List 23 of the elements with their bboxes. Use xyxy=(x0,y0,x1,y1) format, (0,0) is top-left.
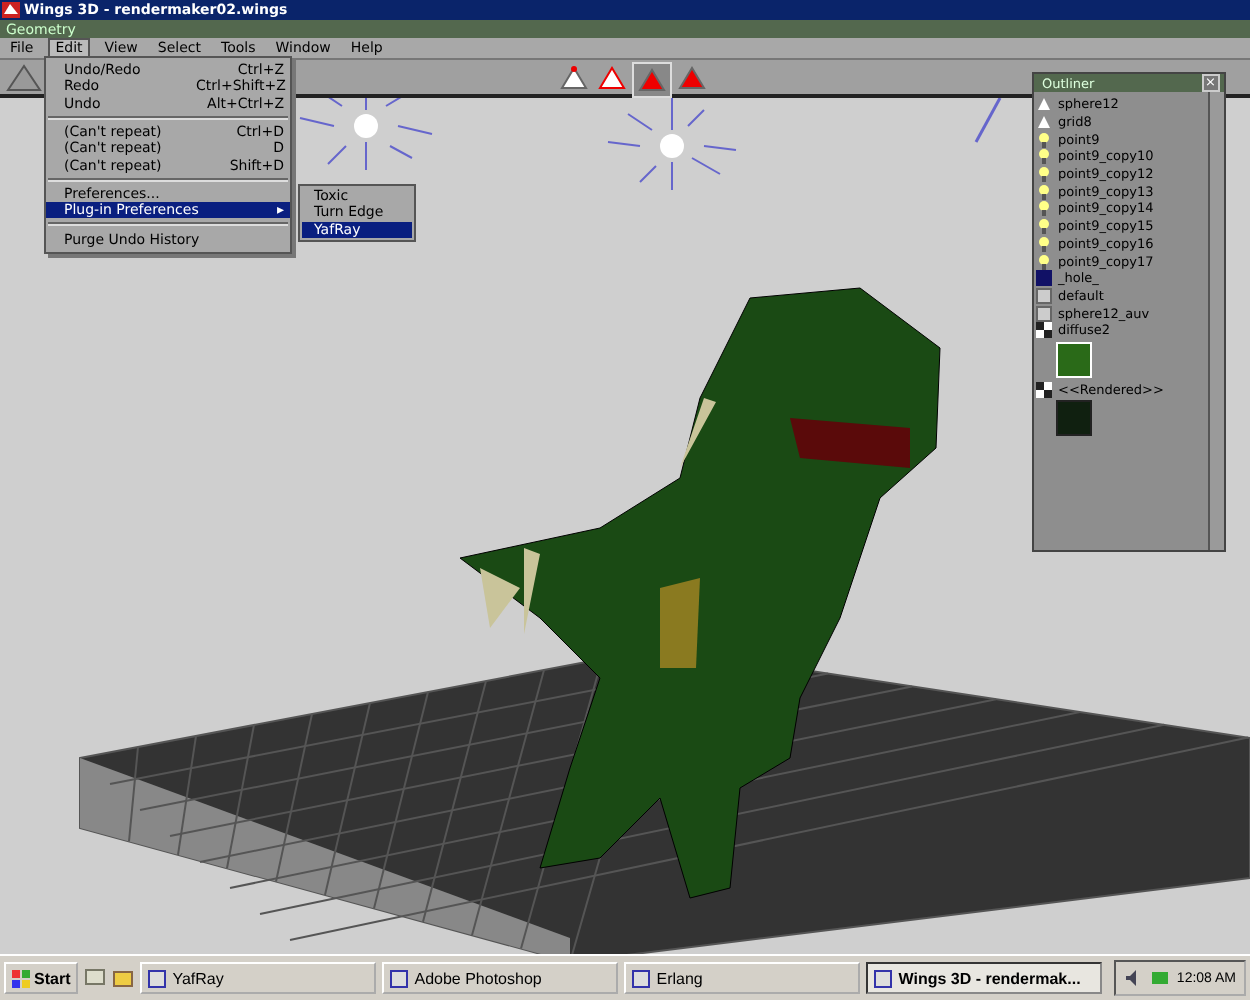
app-icon xyxy=(2,2,20,18)
image-icon xyxy=(1036,381,1052,398)
window-icon xyxy=(390,969,409,987)
image-icon xyxy=(1036,322,1052,339)
light-drawing xyxy=(607,98,737,191)
taskbar-button[interactable]: Erlang xyxy=(624,962,861,994)
render-thumbnail xyxy=(1056,400,1092,437)
square-icon xyxy=(1036,270,1052,287)
light-drawing xyxy=(299,98,433,171)
folder-icon[interactable] xyxy=(112,968,135,988)
selection-mode-icon[interactable] xyxy=(632,62,672,98)
desktop-icon[interactable] xyxy=(84,968,107,988)
selection-mode-icon[interactable] xyxy=(556,62,592,94)
start-button[interactable]: Start xyxy=(4,962,79,994)
window-icon xyxy=(632,969,651,987)
scrollbar[interactable] xyxy=(1208,92,1224,550)
taskbar-button[interactable]: Adobe Photoshop xyxy=(382,962,619,994)
window-icon xyxy=(874,969,893,987)
taskbar-button[interactable]: YafRay xyxy=(140,962,377,994)
taskbar-button[interactable]: Wings 3D - rendermak... xyxy=(866,962,1103,994)
window-icon xyxy=(148,969,167,987)
texture-thumbnail xyxy=(1056,341,1092,378)
windows-logo-icon xyxy=(12,969,30,987)
